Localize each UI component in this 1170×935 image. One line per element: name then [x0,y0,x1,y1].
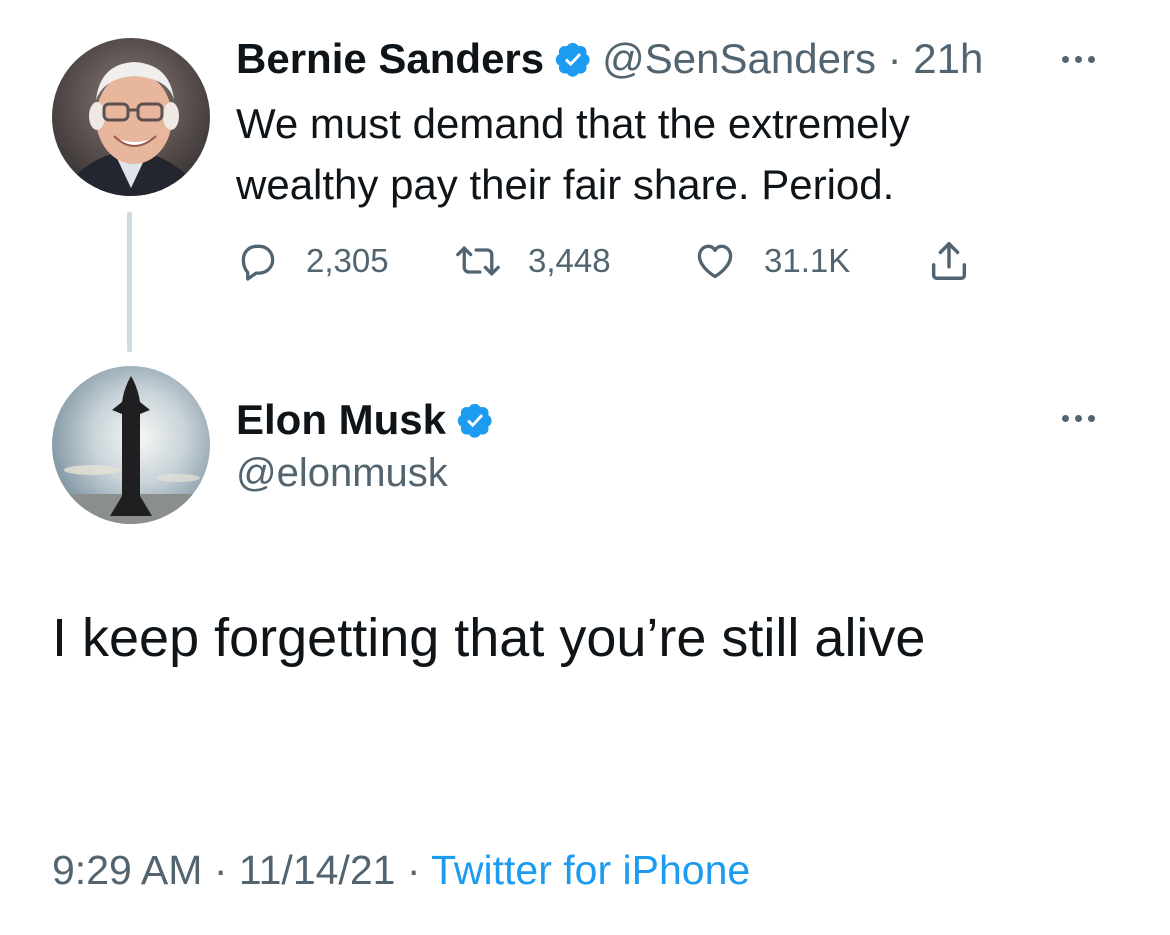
more-options-icon[interactable] [1062,415,1095,422]
reply-tweet-text: I keep forgetting that you’re still aliv… [52,608,926,668]
reply-tweet-header: Elon Musk [236,392,504,447]
more-options-icon[interactable] [1062,56,1095,63]
separator: · [395,847,432,893]
avatar-photo [52,366,210,524]
tweet-timestamp-footer: 9:29 AM · 11/14/21 · Twitter for iPhone [52,847,750,894]
tweet-action-bar: 2,305 3,448 31.1K [236,236,1036,286]
author-handle-and-time[interactable]: @SenSanders · 21h [602,35,983,83]
parent-tweet-header: Bernie Sanders @SenSanders · 21h [236,34,983,84]
avatar-bernie-sanders[interactable] [52,38,210,196]
author-name[interactable]: Elon Musk [236,396,446,444]
author-handle[interactable]: @elonmusk [236,451,448,496]
author-name[interactable]: Bernie Sanders [236,35,544,83]
avatar-elon-musk[interactable] [52,366,210,524]
reply-button[interactable]: 2,305 [236,236,389,286]
verified-badge-icon [456,401,494,439]
tweet-source-link[interactable]: Twitter for iPhone [431,847,750,893]
retweet-icon [456,246,500,276]
tweet-time[interactable]: 9:29 AM [52,847,202,893]
retweet-button[interactable]: 3,448 [454,236,611,286]
like-count: 31.1K [764,242,851,279]
retweet-count: 3,448 [528,242,611,279]
parent-tweet-text: We must demand that the extremely wealth… [236,100,910,208]
verified-badge-icon [554,40,592,78]
reply-count: 2,305 [306,242,389,279]
like-button[interactable]: 31.1K [692,236,850,286]
tweet-date[interactable]: 11/14/21 [239,847,396,893]
reply-icon [241,244,275,281]
share-icon [931,242,967,280]
heart-icon [697,244,733,279]
share-button[interactable] [926,236,972,286]
separator: · [202,847,239,893]
thread-connector-line [127,212,132,352]
avatar-photo [52,38,210,196]
